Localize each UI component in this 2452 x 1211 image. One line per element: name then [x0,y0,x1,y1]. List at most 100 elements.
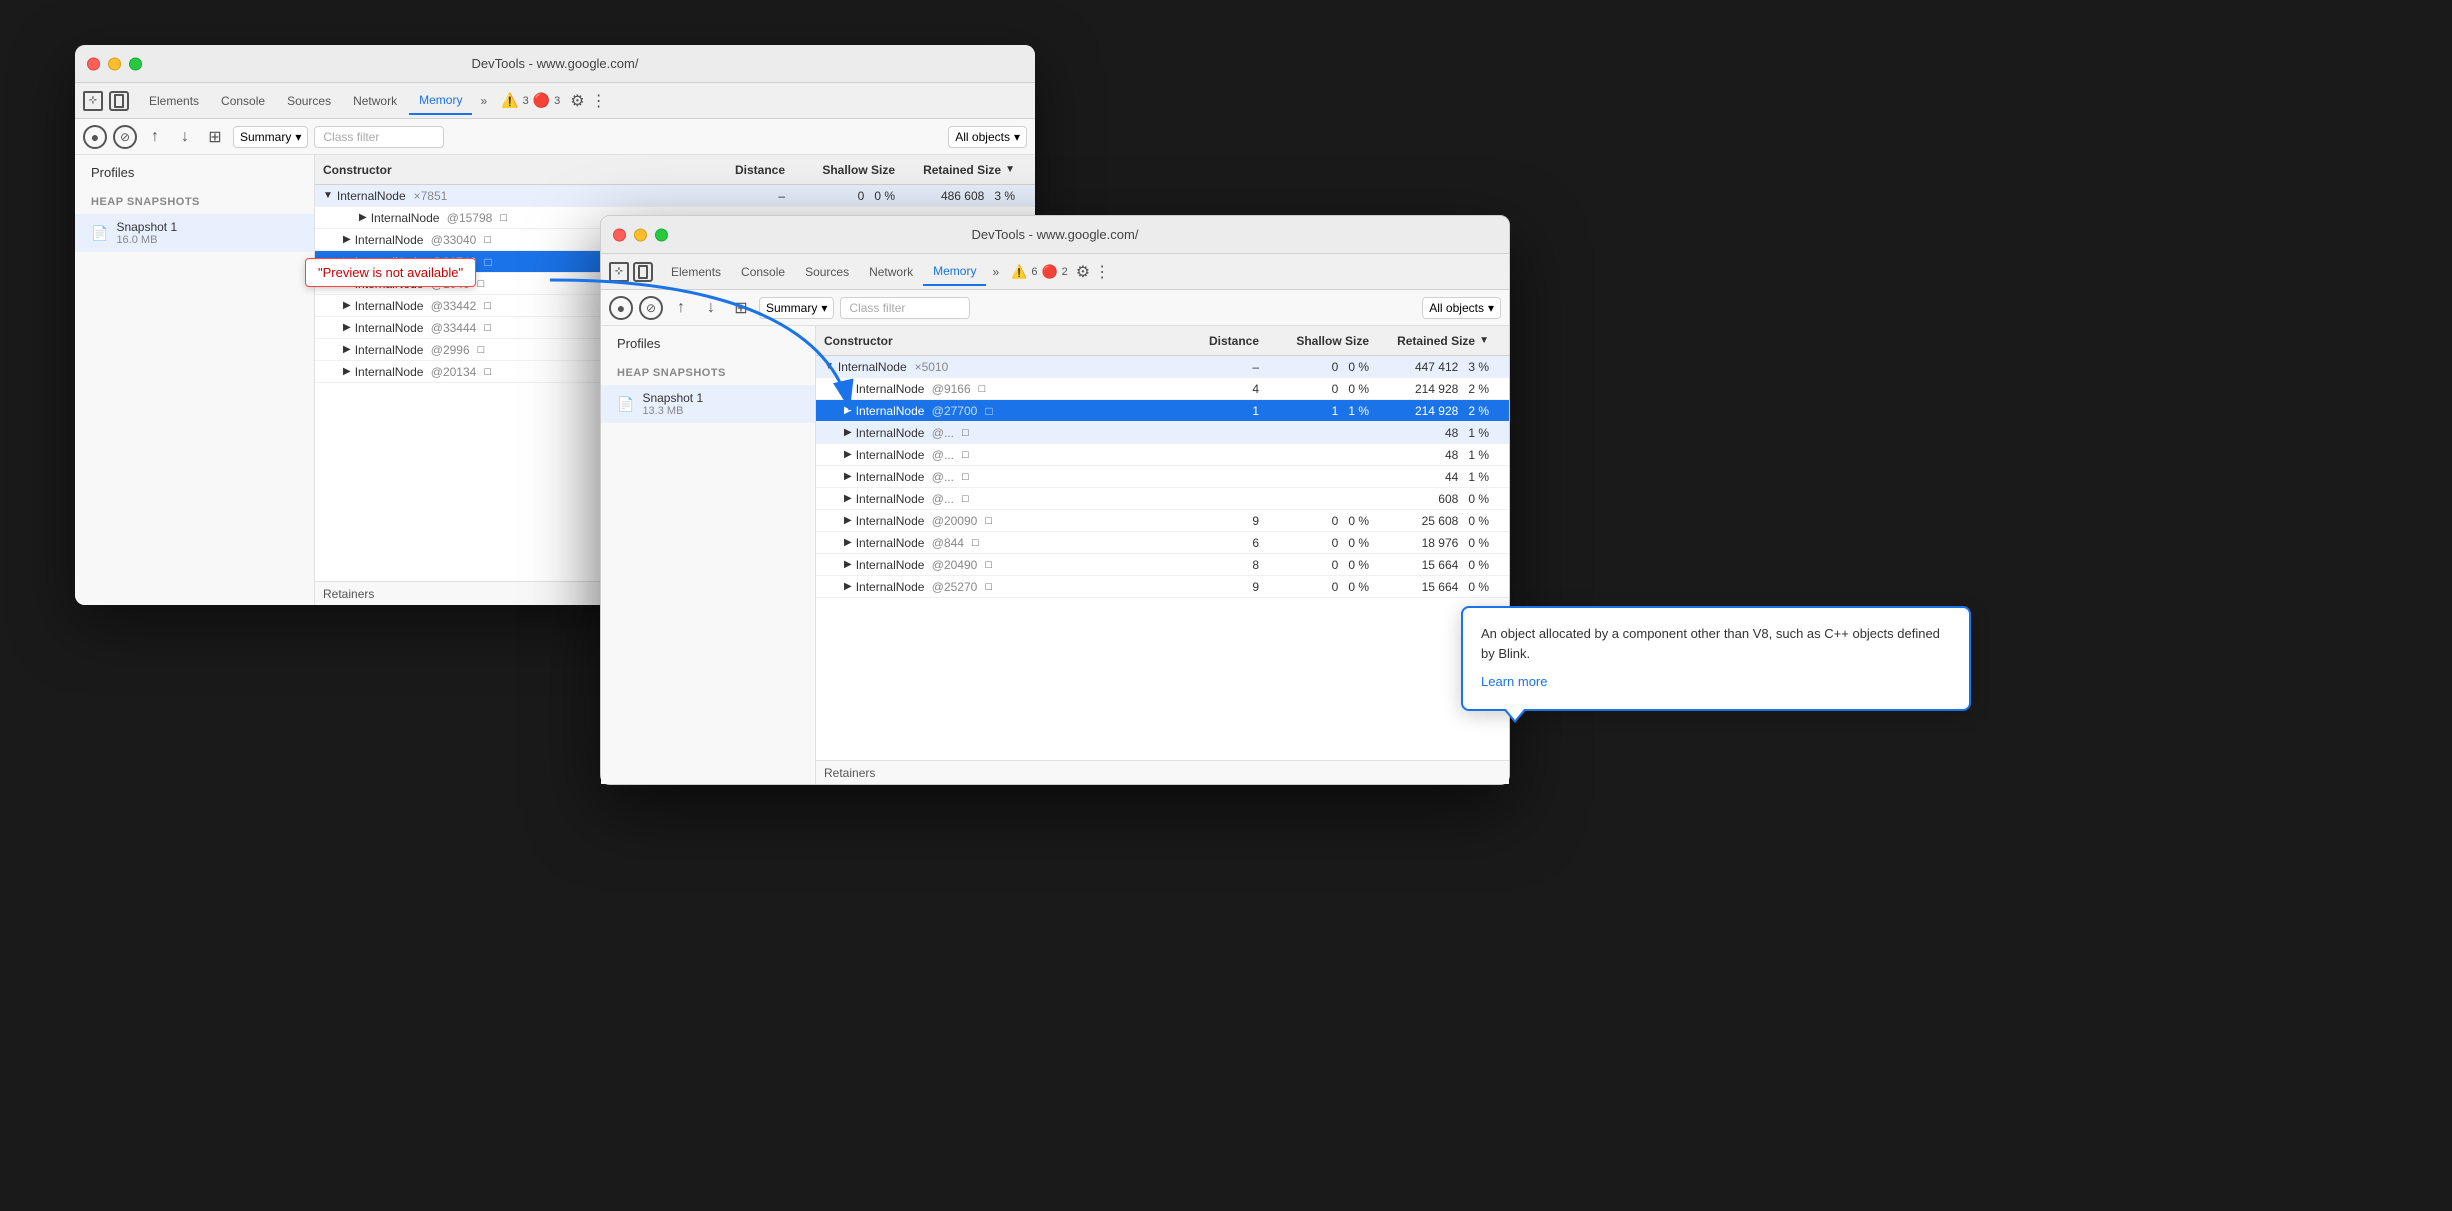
tab-more-1[interactable]: » [474,90,493,112]
expand-arrow-icon[interactable]: ▶ [343,234,351,245]
col-distance-1: Distance [713,163,793,177]
minimize-button-1[interactable] [108,57,121,70]
table-row[interactable]: ▶ InternalNode @... □ 48 1 % [816,444,1509,466]
expand-arrow-icon[interactable]: ▶ [844,471,852,482]
all-objects-label-2: All objects [1429,301,1484,315]
tab-network-2[interactable]: Network [859,259,923,285]
window-title-2: DevTools - www.google.com/ [972,227,1139,242]
expand-arrow-icon[interactable]: ▶ [343,300,351,311]
expand-arrow-icon[interactable]: ▶ [844,493,852,504]
row-constructor: ▶ InternalNode @20090 □ [816,514,1187,528]
col-shallow-2: Shallow Size [1267,334,1377,348]
summary-dropdown-1[interactable]: Summary ▾ [233,126,308,148]
more-icon-2[interactable]: ⋮ [1094,262,1110,282]
settings-icon-1[interactable]: ⚙ [570,91,584,111]
sort-arrow-icon-1: ▼ [1005,164,1015,175]
main-panel-2: Constructor Distance Shallow Size Retain… [816,326,1509,784]
snapshot-info-1: Snapshot 1 16.0 MB [116,220,177,246]
traffic-lights-2 [613,228,668,241]
toolbar-1: ● ⊘ ↑ ↓ ⊞ Summary ▾ Class filter All obj… [75,119,1035,155]
row-constructor: ▶ InternalNode @... □ [816,492,1187,506]
profiles-title-1: Profiles [75,155,314,184]
tab-memory-2[interactable]: Memory [923,258,986,286]
fullscreen-button-2[interactable] [655,228,668,241]
col-distance-2: Distance [1187,334,1267,348]
summary-arrow-icon-1: ▾ [295,130,301,144]
preview-tooltip: "Preview is not available" [305,258,476,287]
row-constructor: ▶ InternalNode @27700 □ [816,404,1187,418]
class-filter-1[interactable]: Class filter [314,126,444,148]
row-constructor: ▶ InternalNode @25270 □ [816,580,1187,594]
table-row[interactable]: ▶ InternalNode @27700 □ 1 1 1 % 214 928 … [816,400,1509,422]
expand-arrow-icon[interactable]: ▶ [844,537,852,548]
table-row[interactable]: ▶ InternalNode @... □ 48 1 % [816,422,1509,444]
download-btn-1[interactable]: ↓ [173,125,197,149]
traffic-lights-1 [87,57,142,70]
heap-snapshots-title-1: HEAP SNAPSHOTS [75,184,314,214]
tab-sources-1[interactable]: Sources [277,88,341,114]
settings-icon-2[interactable]: ⚙ [1076,262,1090,282]
expand-arrow-icon[interactable]: ▶ [844,515,852,526]
tab-more-2[interactable]: » [986,261,1005,283]
expand-arrow-icon[interactable]: ▶ [343,322,351,333]
col-retained-2: Retained Size ▼ [1377,334,1497,348]
tab-elements-1[interactable]: Elements [139,88,209,114]
row-constructor: ▶ InternalNode @844 □ [816,536,1187,550]
tabs-row-1: ⊹ Elements Console Sources Network Memor… [75,83,1035,119]
col-shallow-1: Shallow Size [793,163,903,177]
learn-more-link[interactable]: Learn more [1481,674,1547,689]
snapshot-item-1[interactable]: 📄 Snapshot 1 16.0 MB [75,214,314,252]
table-row[interactable]: ▼ InternalNode ×7851 – 0 0 % 486 608 3 % [315,185,1035,207]
col-retained-label-1: Retained Size [923,163,1001,177]
fullscreen-button-1[interactable] [129,57,142,70]
table-row[interactable]: ▶ InternalNode @... □ 44 1 % [816,466,1509,488]
table-row[interactable]: ▶ InternalNode @... □ 608 0 % [816,488,1509,510]
close-button-2[interactable] [613,228,626,241]
title-bar-1: DevTools - www.google.com/ [75,45,1035,83]
row-constructor: ▶ InternalNode @... □ [816,426,1187,440]
expand-arrow-icon[interactable]: ▶ [343,366,351,377]
row-constructor: ▼ InternalNode ×5010 [816,360,1187,374]
expand-arrow-icon[interactable]: ▶ [844,559,852,570]
table-row[interactable]: ▶ InternalNode @844 □ 6 0 0 % 18 976 0 % [816,532,1509,554]
collect-btn-1[interactable]: ⊞ [203,125,227,149]
warn-count-1: 3 [523,95,529,107]
minimize-button-2[interactable] [634,228,647,241]
row-constructor: ▶ InternalNode @20490 □ [816,558,1187,572]
row-constructor: ▶ InternalNode @... □ [816,470,1187,484]
window-title-1: DevTools - www.google.com/ [472,56,639,71]
title-bar-2: DevTools - www.google.com/ [601,216,1509,254]
all-objects-dropdown-1[interactable]: All objects ▾ [948,126,1027,148]
warn-count-2: 6 [1031,266,1037,278]
col-constructor-1: Constructor [315,163,713,177]
table-row[interactable]: ▶ InternalNode @25270 □ 9 0 0 % 15 664 0… [816,576,1509,598]
more-icon-1[interactable]: ⋮ [591,91,607,111]
close-button-1[interactable] [87,57,100,70]
table-row[interactable]: ▼ InternalNode ×5010 – 0 0 % 447 412 3 % [816,356,1509,378]
table-body-2[interactable]: ▼ InternalNode ×5010 – 0 0 % 447 412 3 %… [816,356,1509,760]
expand-arrow-icon[interactable]: ▶ [343,344,351,355]
expand-arrow-icon[interactable]: ▶ [844,581,852,592]
tab-memory-1[interactable]: Memory [409,87,472,115]
all-objects-arrow-icon-1: ▾ [1014,130,1020,144]
table-row[interactable]: ▶ InternalNode @9166 □ 4 0 0 % 214 928 2… [816,378,1509,400]
table-header-2: Constructor Distance Shallow Size Retain… [816,326,1509,356]
record-btn-1[interactable]: ● [83,125,107,149]
blue-arrow-icon [540,270,860,470]
clear-btn-1[interactable]: ⊘ [113,125,137,149]
device-toggle-1[interactable] [109,91,129,111]
expand-arrow-icon[interactable]: ▶ [359,212,367,223]
col-retained-label-2: Retained Size [1397,334,1475,348]
sort-arrow-icon-2: ▼ [1479,335,1489,346]
inspector-icon-1[interactable]: ⊹ [83,91,103,111]
all-objects-dropdown-2[interactable]: All objects ▾ [1422,297,1501,319]
row-constructor: ▼ InternalNode ×7851 [315,189,713,203]
table-row[interactable]: ▶ InternalNode @20090 □ 9 0 0 % 25 608 0… [816,510,1509,532]
table-row[interactable]: ▶ InternalNode @20490 □ 8 0 0 % 15 664 0… [816,554,1509,576]
all-objects-label-1: All objects [955,130,1010,144]
expand-arrow-icon[interactable]: ▼ [323,190,333,201]
snapshot-name-1: Snapshot 1 [116,220,177,234]
tab-console-1[interactable]: Console [211,88,275,114]
tab-network-1[interactable]: Network [343,88,407,114]
upload-btn-1[interactable]: ↑ [143,125,167,149]
